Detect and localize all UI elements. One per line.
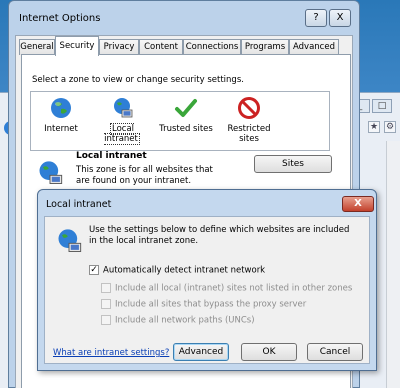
local-intranet-dialog: Local intranet X Use the settings below …	[37, 189, 377, 371]
intranet-settings-help-link[interactable]: What are intranet settings?	[53, 348, 169, 358]
checkmark-icon	[175, 99, 197, 117]
zone-restricted-sites[interactable]: Restricted sites	[219, 96, 279, 144]
checkbox-disabled	[101, 299, 111, 309]
vertical-scrollbar[interactable]	[386, 141, 400, 388]
maximize-button[interactable]: □	[372, 99, 392, 113]
option-include-local-sites: Include all local (intranet) sites not l…	[101, 283, 352, 294]
tab-advanced[interactable]: Advanced	[289, 39, 339, 55]
zone-label: Trusted sites	[159, 124, 213, 134]
favorites-icon[interactable]: ★	[368, 121, 380, 133]
tab-programs[interactable]: Programs	[241, 39, 289, 55]
ok-button[interactable]: OK	[241, 343, 297, 361]
checkbox-disabled	[101, 315, 111, 325]
zone-list: Internet Local intranet Trusted sites Re…	[30, 91, 330, 151]
advanced-button[interactable]: Advanced	[173, 343, 229, 361]
tab-connections[interactable]: Connections	[183, 39, 241, 55]
zone-internet[interactable]: Internet	[39, 96, 83, 134]
tab-security[interactable]: Security	[55, 36, 99, 56]
no-entry-icon	[238, 97, 260, 119]
zone-label: Restricted sites	[227, 124, 271, 144]
option-network-paths: Include all network paths (UNCs)	[101, 315, 255, 326]
zone-local-intranet[interactable]: Local intranet	[91, 96, 153, 145]
dialog-body: Use the settings below to define which w…	[44, 216, 370, 364]
help-button[interactable]: ?	[305, 9, 327, 27]
sites-button[interactable]: Sites	[254, 155, 332, 173]
intranet-icon	[39, 161, 63, 184]
intranet-icon	[114, 98, 133, 118]
option-auto-detect[interactable]: ✓ Automatically detect intranet network	[89, 265, 265, 276]
zone-title: Local intranet	[76, 151, 147, 161]
dialog-title: Local intranet	[46, 199, 112, 210]
zone-description: This zone is for all websites that are f…	[76, 165, 213, 186]
option-label: Automatically detect intranet network	[103, 265, 266, 276]
zone-prompt: Select a zone to view or change security…	[32, 75, 244, 85]
checkbox-checked[interactable]: ✓	[89, 265, 99, 275]
close-button[interactable]: X	[342, 196, 374, 212]
tab-privacy[interactable]: Privacy	[99, 39, 139, 55]
globe-icon	[51, 98, 71, 118]
cancel-button[interactable]: Cancel	[307, 343, 363, 361]
option-label: Include all network paths (UNCs)	[115, 315, 255, 326]
option-label: Include all sites that bypass the proxy …	[115, 299, 307, 310]
zone-label: Internet	[44, 124, 78, 134]
tab-general[interactable]: General	[19, 39, 55, 55]
intro-text: Use the settings below to define which w…	[89, 225, 350, 246]
option-bypass-proxy: Include all sites that bypass the proxy …	[101, 299, 306, 310]
intranet-icon	[58, 229, 82, 252]
option-label: Include all local (intranet) sites not l…	[115, 283, 353, 294]
zone-label: Local intranet	[104, 123, 140, 145]
tab-content[interactable]: Content	[139, 39, 183, 55]
tools-gear-icon[interactable]: ⚙	[384, 121, 396, 133]
checkbox-disabled	[101, 283, 111, 293]
zone-trusted-sites[interactable]: Trusted sites	[157, 96, 215, 134]
close-button[interactable]: X	[329, 9, 351, 27]
